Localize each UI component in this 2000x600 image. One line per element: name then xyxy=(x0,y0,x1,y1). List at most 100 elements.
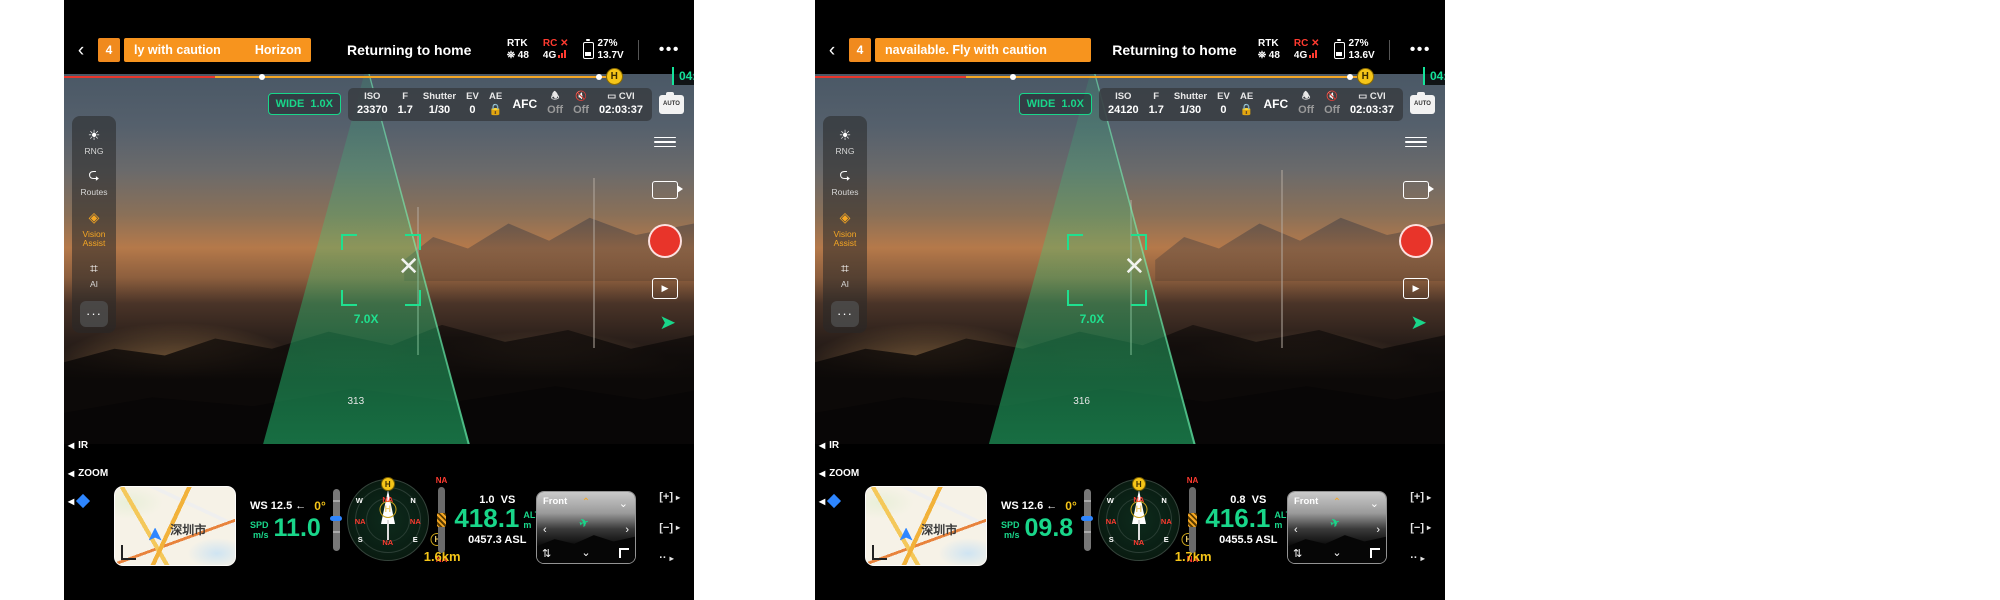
compass-widget[interactable]: H H W N E S NA NA NA NA H 1.7km xyxy=(1097,477,1212,564)
sidebar-more-button[interactable]: ··· xyxy=(831,300,859,327)
aperture-setting[interactable]: F 1.7 xyxy=(398,91,413,118)
fpv-right-chevron-icon[interactable]: › xyxy=(625,524,629,536)
speed-slider[interactable] xyxy=(330,489,343,551)
speaker-toggle[interactable]: 🔇 Off xyxy=(1324,91,1340,118)
ir-toggle[interactable]: ◀ IR xyxy=(68,440,126,451)
fpv-more-button[interactable]: ·· ▸ xyxy=(1410,552,1431,564)
video-feed-right[interactable]: ✕ 7.0X 316 xyxy=(815,74,1445,444)
speaker-toggle[interactable]: 🔇 Off xyxy=(573,91,589,118)
iso-setting[interactable]: ISO 24120 xyxy=(1108,91,1139,118)
record-button[interactable] xyxy=(648,224,682,258)
speed-slider-knob[interactable] xyxy=(330,516,343,522)
timeline-home-marker[interactable]: H xyxy=(605,67,623,85)
minimap-expand-icon[interactable] xyxy=(872,545,887,560)
fpv-swap-icon[interactable]: ⇅ xyxy=(542,547,551,560)
warning-banner[interactable]: ly with caution Horizon xyxy=(124,38,312,62)
sidebar-item-ai[interactable]: ⌗ AI xyxy=(823,257,867,289)
timeline-waypoint-dot[interactable] xyxy=(1010,73,1017,80)
timeline-home-marker[interactable]: H xyxy=(1356,67,1374,85)
battery-status[interactable]: 27% 13.7V xyxy=(582,38,624,63)
ae-lock-setting[interactable]: AE 🔒 xyxy=(489,91,503,118)
minimap[interactable]: 深圳市 xyxy=(865,486,987,566)
focus-mode-button[interactable]: AFC xyxy=(513,97,538,113)
fpv-zoom-in-button[interactable]: [+] ▸ xyxy=(659,491,680,503)
fpv-down-chevron-icon[interactable]: ⌄ xyxy=(1332,546,1341,559)
settings-button[interactable] xyxy=(651,128,679,156)
settings-button[interactable] xyxy=(1402,128,1430,156)
rc-status[interactable]: RC ✕ 4G xyxy=(1294,38,1320,63)
altitude-slider[interactable] xyxy=(437,487,447,553)
fpv-left-chevron-icon[interactable]: ‹ xyxy=(1294,524,1298,536)
fpv-double-down-icon[interactable]: ⌄ xyxy=(1370,497,1379,510)
rc-status[interactable]: RC ✕ 4G xyxy=(543,38,569,63)
navigation-arrow-icon[interactable]: ➤ xyxy=(659,310,676,335)
more-options-button[interactable]: ••• xyxy=(653,41,686,59)
back-button[interactable]: ‹ xyxy=(64,41,98,60)
sidebar-item-rng[interactable]: ☀ RNG xyxy=(823,124,867,156)
camera-mode-button[interactable] xyxy=(1402,176,1434,204)
timeline-waypoint-dot[interactable] xyxy=(1347,73,1354,80)
shutter-setting[interactable]: Shutter 1/30 xyxy=(423,91,456,118)
fpv-zoom-out-button[interactable]: [−] ▸ xyxy=(1410,522,1431,534)
zoom-toggle[interactable]: ◀ ZOOM xyxy=(68,468,126,479)
flight-timeline[interactable]: H 04:01 xyxy=(815,67,1445,85)
iso-setting[interactable]: ISO 23370 xyxy=(357,91,388,118)
record-button[interactable] xyxy=(1399,224,1433,258)
timeline-waypoint-dot[interactable] xyxy=(596,73,603,80)
zoom-mode-tag[interactable]: WIDE 1.0X xyxy=(267,93,341,116)
fpv-expand-icon[interactable] xyxy=(1370,548,1380,558)
ev-setting[interactable]: EV 0 xyxy=(1217,91,1230,118)
focus-mode-button[interactable]: AFC xyxy=(1264,97,1289,113)
altitude-slider[interactable] xyxy=(1188,487,1198,553)
ae-lock-setting[interactable]: AE 🔒 xyxy=(1240,91,1254,118)
fpv-zoom-out-button[interactable]: [−] ▸ xyxy=(659,522,680,534)
fpv-more-button[interactable]: ·· ▸ xyxy=(659,552,680,564)
warning-banner[interactable]: navailable. Fly with caution xyxy=(875,38,1091,62)
rtk-status[interactable]: RTK ⛯ 48 xyxy=(1258,38,1280,63)
speed-slider[interactable] xyxy=(1081,489,1094,551)
speed-slider-knob[interactable] xyxy=(1081,516,1094,522)
minimap[interactable]: 深圳市 xyxy=(114,486,236,566)
sidebar-more-button[interactable]: ··· xyxy=(80,300,108,327)
zoom-mode-tag[interactable]: WIDE 1.0X xyxy=(1018,93,1092,116)
fpv-double-down-icon[interactable]: ⌄ xyxy=(619,497,628,510)
sidebar-item-vision-assist[interactable]: ◈ Vision Assist xyxy=(72,207,116,249)
storage-status[interactable]: ▭ CVI 02:03:37 xyxy=(1350,91,1394,118)
shutter-setting[interactable]: Shutter 1/30 xyxy=(1174,91,1207,118)
sidebar-item-vision-assist[interactable]: ◈ Vision Assist xyxy=(823,207,867,249)
auto-mode-button[interactable]: AUTO xyxy=(659,92,684,114)
navigation-arrow-icon[interactable]: ➤ xyxy=(1410,310,1427,335)
battery-status[interactable]: 27% 13.6V xyxy=(1333,38,1375,63)
ev-setting[interactable]: EV 0 xyxy=(466,91,479,118)
fpv-left-chevron-icon[interactable]: ‹ xyxy=(543,524,547,536)
auto-mode-button[interactable]: AUTO xyxy=(1410,92,1435,114)
storage-status[interactable]: ▭ CVI 02:03:37 xyxy=(599,91,643,118)
minimap-expand-icon[interactable] xyxy=(121,545,136,560)
ir-toggle[interactable]: ◀ IR xyxy=(819,440,877,451)
back-button[interactable]: ‹ xyxy=(815,41,849,60)
sidebar-item-routes[interactable]: ⮎ Routes xyxy=(72,165,116,197)
video-feed-left[interactable]: ✕ 7.0X 313 xyxy=(64,74,694,444)
playback-button[interactable]: ▶ xyxy=(1403,278,1429,299)
zoom-toggle[interactable]: ◀ ZOOM xyxy=(819,468,877,479)
fpv-preview[interactable]: Front ⌃ ⌄ ‹ › ⌄ ⇅ ✈ xyxy=(1287,491,1387,564)
fpv-swap-icon[interactable]: ⇅ xyxy=(1293,547,1302,560)
mic-toggle[interactable]: 🕭 Off xyxy=(1298,91,1314,118)
warning-count-badge[interactable]: 4 xyxy=(849,38,871,62)
timeline-waypoint-dot[interactable] xyxy=(259,73,266,80)
fpv-preview[interactable]: Front ⌃ ⌄ ‹ › ⌄ ⇅ ✈ xyxy=(536,491,636,564)
rtk-status[interactable]: RTK ⛯ 48 xyxy=(507,38,529,63)
sidebar-item-rng[interactable]: ☀ RNG xyxy=(72,124,116,156)
fpv-zoom-in-button[interactable]: [+] ▸ xyxy=(1410,491,1431,503)
fpv-right-chevron-icon[interactable]: › xyxy=(1376,524,1380,536)
mic-toggle[interactable]: 🕭 Off xyxy=(547,91,563,118)
warning-count-badge[interactable]: 4 xyxy=(98,38,120,62)
fpv-up-chevron-icon[interactable]: ⌃ xyxy=(1333,497,1341,508)
compass-widget[interactable]: H H W N E S NA NA NA NA H 1.6km xyxy=(346,477,461,564)
fpv-down-chevron-icon[interactable]: ⌄ xyxy=(581,546,590,559)
more-options-button[interactable]: ••• xyxy=(1404,41,1437,59)
sidebar-item-ai[interactable]: ⌗ AI xyxy=(72,257,116,289)
fpv-up-chevron-icon[interactable]: ⌃ xyxy=(582,497,590,508)
fpv-expand-icon[interactable] xyxy=(619,548,629,558)
camera-mode-button[interactable] xyxy=(651,176,683,204)
